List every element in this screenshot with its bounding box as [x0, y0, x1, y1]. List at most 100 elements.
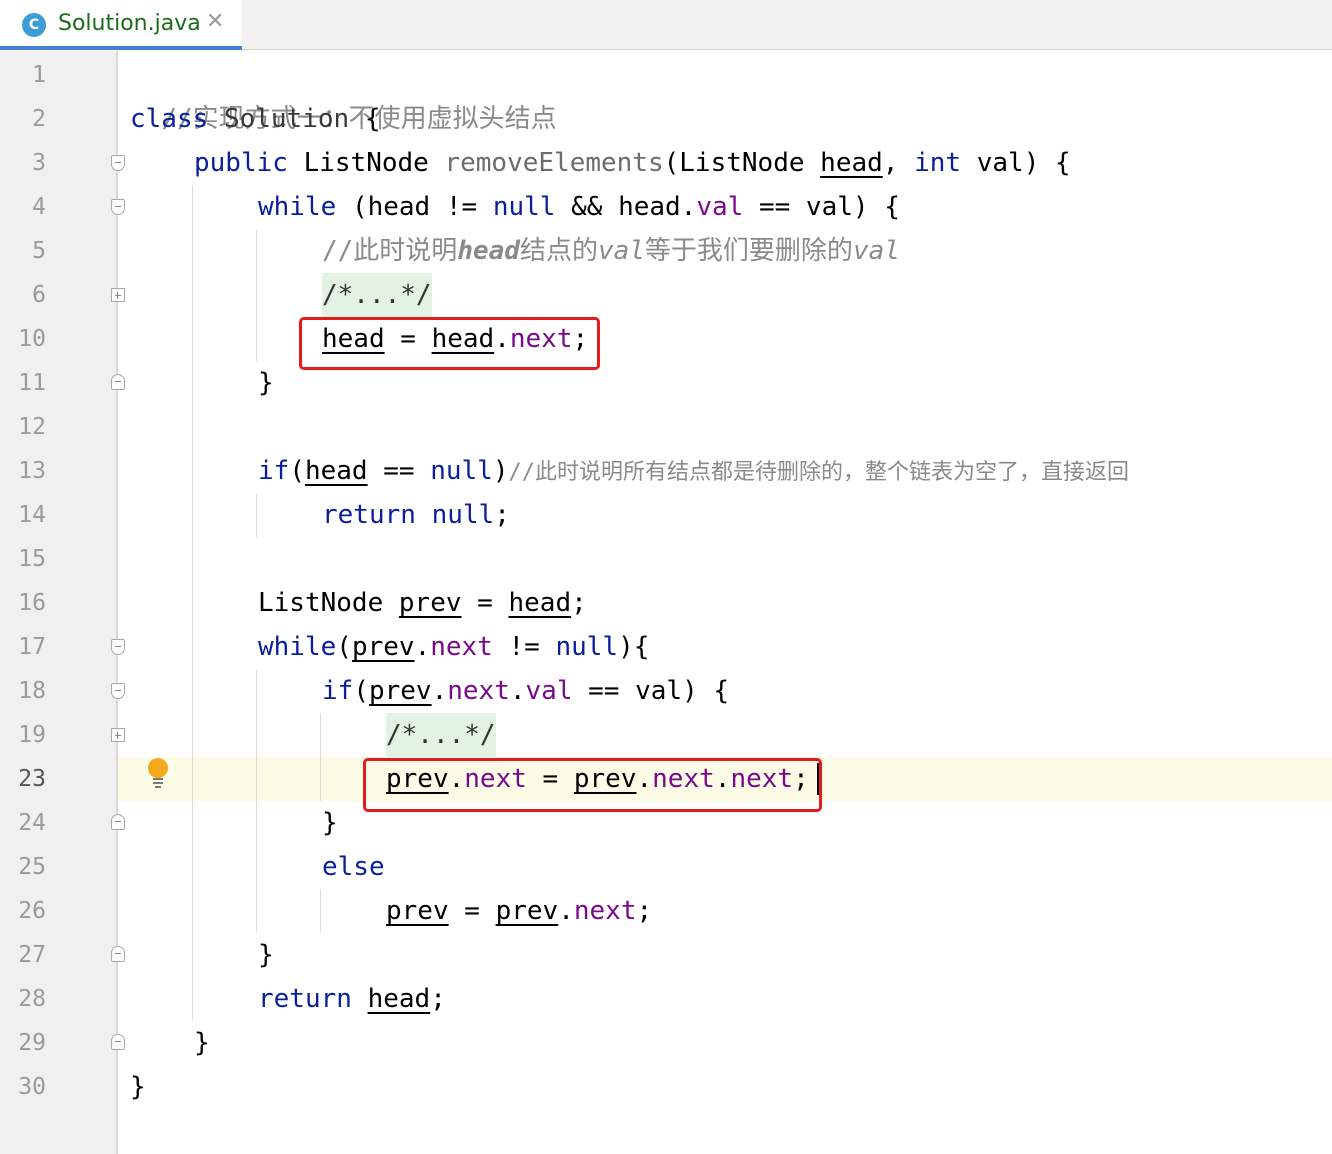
field: next [573, 896, 637, 926]
line-number: 25 [18, 854, 46, 880]
variable: prev [368, 676, 432, 706]
semicolon: ; [430, 984, 446, 1014]
line-number: 2 [32, 106, 46, 132]
fold-end-icon[interactable] [111, 946, 125, 962]
keyword: while [258, 192, 337, 222]
line-number: 17 [18, 634, 46, 660]
highlight-box [299, 317, 600, 370]
keyword: return [322, 500, 416, 530]
close-icon[interactable]: ✕ [206, 9, 224, 34]
variable: head [304, 456, 368, 486]
folded-comment[interactable]: /*...*/ [322, 273, 432, 317]
comment: 结点的 [519, 236, 598, 266]
indent-guide [320, 713, 321, 801]
expand-comment-icon[interactable] [111, 728, 125, 742]
dot: . [509, 676, 526, 706]
line-number: 10 [18, 326, 46, 352]
line-number: 15 [18, 546, 46, 572]
field: val [525, 676, 573, 706]
paren: ( [353, 676, 369, 706]
fold-if-icon[interactable] [111, 683, 125, 699]
type: ListNode [258, 588, 399, 618]
tab-title: Solution.java [58, 11, 201, 36]
variable: head [508, 588, 572, 618]
operator: != [492, 632, 556, 662]
fold-method-icon[interactable] [111, 155, 125, 171]
operator: = [448, 896, 496, 926]
keyword: null [430, 456, 493, 486]
comment: val [597, 236, 645, 266]
line-number-current: 23 [18, 766, 46, 792]
field: next [447, 676, 510, 706]
keyword: else [322, 852, 385, 882]
line-number: 3 [32, 150, 46, 176]
code-line-27: } [258, 940, 274, 970]
line-number: 12 [18, 414, 46, 440]
keyword: while [258, 632, 337, 662]
fold-end-icon[interactable] [111, 1034, 125, 1050]
code-text: val) { [976, 148, 1071, 178]
indent-guide [256, 229, 257, 361]
code-line-25: else [322, 845, 385, 889]
comment: head [457, 236, 520, 266]
expand-comment-icon[interactable] [111, 288, 125, 302]
fold-end-icon[interactable] [111, 814, 125, 830]
brace: { [364, 104, 381, 134]
fold-while-icon[interactable] [111, 199, 125, 215]
dot: . [431, 676, 448, 706]
fold-while-icon[interactable] [111, 639, 125, 655]
folded-comment[interactable]: /*...*/ [386, 713, 496, 757]
line-number: 5 [32, 238, 46, 264]
line-number: 18 [18, 678, 46, 704]
operator: = [461, 588, 509, 618]
indent-guide [256, 669, 257, 933]
code-line-2: class Solution { [130, 97, 380, 141]
code-line-3: public ListNode removeElements(ListNode … [194, 141, 1071, 185]
keyword: public [194, 148, 288, 178]
code-line-16: ListNode prev = head; [258, 581, 587, 625]
code-line-24: } [322, 808, 338, 838]
code-line-5: //此时说明head结点的val等于我们要删除的val [322, 229, 900, 273]
method-name: removeElements [444, 148, 664, 178]
code-text: (head != [351, 192, 493, 222]
semicolon: ; [636, 896, 653, 926]
keyword: if [322, 676, 354, 706]
semicolon: ; [494, 500, 510, 530]
lightbulb-icon[interactable] [145, 757, 171, 789]
dot: . [414, 632, 431, 662]
paren: ( [289, 456, 305, 486]
dot: . [558, 896, 574, 926]
line-number: 1 [32, 62, 46, 88]
comma: , [882, 148, 899, 178]
semicolon: ; [571, 588, 587, 618]
type: ListNode [303, 148, 429, 178]
keyword: null [555, 632, 619, 662]
highlight-box [363, 758, 822, 812]
variable: prev [351, 632, 415, 662]
code-text: && head. [555, 192, 697, 222]
comment: 等于我们要删除的 [644, 236, 853, 266]
paren: ) [492, 456, 509, 486]
line-number: 24 [18, 810, 46, 836]
line-number: 4 [32, 194, 46, 220]
paren: ( [336, 632, 352, 662]
comment: val [852, 236, 900, 266]
param: head [820, 148, 883, 178]
line-number: 13 [18, 458, 46, 484]
line-number: 26 [18, 898, 46, 924]
fold-end-icon[interactable] [111, 374, 125, 390]
paren: ){ [618, 632, 650, 662]
line-number: 28 [18, 986, 46, 1012]
code-line-26: prev = prev.next; [386, 889, 652, 933]
code-text: == val) { [743, 192, 900, 222]
keyword: null [431, 500, 495, 530]
param-type: (ListNode [663, 148, 805, 178]
code-line-1: //实现方式一：不使用虚拟头结点 [130, 53, 556, 134]
keyword: class [130, 104, 209, 134]
line-number: 16 [18, 590, 46, 616]
line-number: 14 [18, 502, 46, 528]
tab-solution-java[interactable]: C Solution.java ✕ [0, 0, 242, 50]
field: next [430, 632, 493, 662]
code-line-14: return null; [322, 493, 510, 537]
code-line-11: } [258, 368, 274, 398]
